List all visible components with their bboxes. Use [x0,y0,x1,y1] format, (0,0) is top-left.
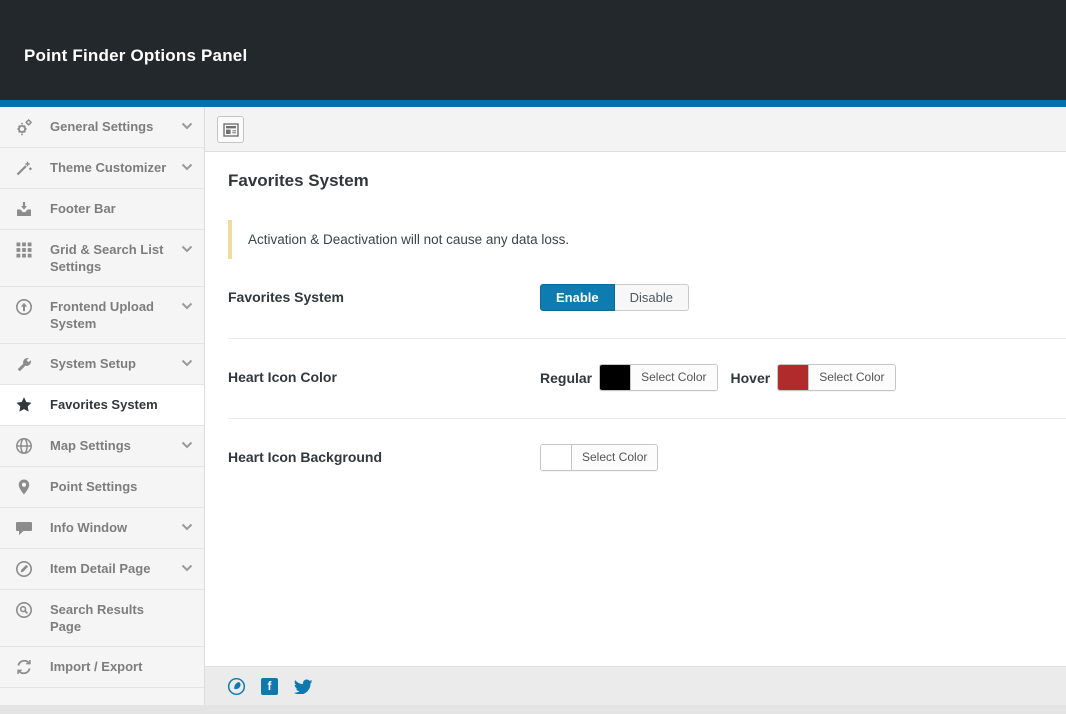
panel-title: Point Finder Options Panel [24,46,247,66]
content-footer: f [205,666,1066,705]
hover-color-swatch [778,365,809,390]
speech-bubble-icon [15,519,34,537]
regular-color-picker-button[interactable]: Select Color [599,364,717,391]
sidebar-item-label: Theme Customizer [50,159,172,176]
sidebar-item-frontend-upload-system[interactable]: Frontend Upload System [0,287,204,344]
sidebar-item-general-settings[interactable]: General Settings [0,107,204,148]
sidebar-item-grid-search-list-settings[interactable]: Grid & Search List Settings [0,230,204,287]
settings-page: Favorites System Activation & Deactivati… [205,152,1066,666]
sidebar-item-label: Import / Export [50,658,172,675]
heart-icon-color-row: Heart Icon Color Regular Select Color Ho… [228,339,1066,419]
disable-button[interactable]: Disable [615,284,689,311]
grid-icon [15,241,34,259]
chevron-down-icon [181,302,194,311]
layout-icon [223,123,239,137]
sidebar-item-label: Search Results Page [50,601,172,635]
content-toolbar [205,107,1066,152]
chevron-down-icon [181,122,194,131]
chevron-down-icon [181,359,194,368]
content-area: Favorites System Activation & Deactivati… [205,107,1066,705]
sync-icon [15,658,34,676]
sidebar-item-map-settings[interactable]: Map Settings [0,426,204,467]
sidebar-item-import-export[interactable]: Import / Export [0,647,204,688]
sidebar-item-label: Favorites System [50,396,172,413]
chevron-down-icon [181,564,194,573]
sidebar-item-search-results-page[interactable]: Search Results Page [0,590,204,647]
chevron-down-icon [181,441,194,450]
map-pin-icon [15,478,34,496]
select-color-label: Select Color [572,445,657,470]
wrench-icon [15,355,34,373]
chevron-down-icon [181,523,194,532]
layout-toggle-button[interactable] [217,116,244,143]
chevron-down-icon [181,245,194,254]
magic-wand-icon [15,159,34,177]
enable-disable-toggle: Enable Disable [540,284,689,311]
facebook-icon[interactable]: f [261,678,278,695]
twitter-icon[interactable] [293,678,312,694]
sidebar-item-label: System Setup [50,355,172,372]
background-color-swatch [541,445,572,470]
facebook-letter: f [268,680,272,692]
hover-label: Hover [731,370,771,386]
sidebar-item-theme-customizer[interactable]: Theme Customizer [0,148,204,189]
sidebar-item-footer-bar[interactable]: Footer Bar [0,189,204,230]
favorites-system-label: Favorites System [228,284,540,305]
panel-header: Point Finder Options Panel [0,0,1066,100]
heart-icon-background-label: Heart Icon Background [228,444,540,465]
hover-color-picker-button[interactable]: Select Color [777,364,895,391]
search-circle-icon [15,601,34,619]
envato-icon[interactable] [227,677,246,696]
sidebar-item-label: General Settings [50,118,172,135]
star-icon [15,396,34,414]
sidebar-nav: General Settings Theme Customizer Footer B… [0,107,205,705]
sidebar-item-label: Item Detail Page [50,560,172,577]
info-notice: Activation & Deactivation will not cause… [228,220,1066,259]
sidebar-item-info-window[interactable]: Info Window [0,508,204,549]
background-color-picker-button[interactable]: Select Color [540,444,658,471]
page-title: Favorites System [228,171,1066,191]
sidebar-item-label: Frontend Upload System [50,298,172,332]
options-panel: Point Finder Options Panel General Setti… [0,0,1066,705]
sidebar-item-system-setup[interactable]: System Setup [0,344,204,385]
select-color-label: Select Color [809,365,894,390]
regular-label: Regular [540,370,592,386]
sidebar-item-label: Footer Bar [50,200,172,217]
footer-bar-icon [15,200,34,218]
sidebar-item-label: Grid & Search List Settings [50,241,172,275]
sidebar-item-label: Info Window [50,519,172,536]
regular-color-swatch [600,365,631,390]
upload-circle-icon [15,298,34,316]
accent-line [0,100,1066,107]
enable-button[interactable]: Enable [540,284,615,311]
gears-icon [15,118,34,136]
sidebar-item-item-detail-page[interactable]: Item Detail Page [0,549,204,590]
edit-circle-icon [15,560,34,578]
heart-icon-background-row: Heart Icon Background Select Color [228,419,1066,498]
heart-icon-color-label: Heart Icon Color [228,364,540,385]
sidebar-item-label: Map Settings [50,437,172,454]
sidebar-item-point-settings[interactable]: Point Settings [0,467,204,508]
sidebar-item-favorites-system[interactable]: Favorites System [0,385,204,426]
notice-text: Activation & Deactivation will not cause… [248,232,569,247]
globe-icon [15,437,34,455]
favorites-system-row: Favorites System Enable Disable [228,259,1066,339]
chevron-down-icon [181,163,194,172]
sidebar-item-label: Point Settings [50,478,172,495]
select-color-label: Select Color [631,365,716,390]
